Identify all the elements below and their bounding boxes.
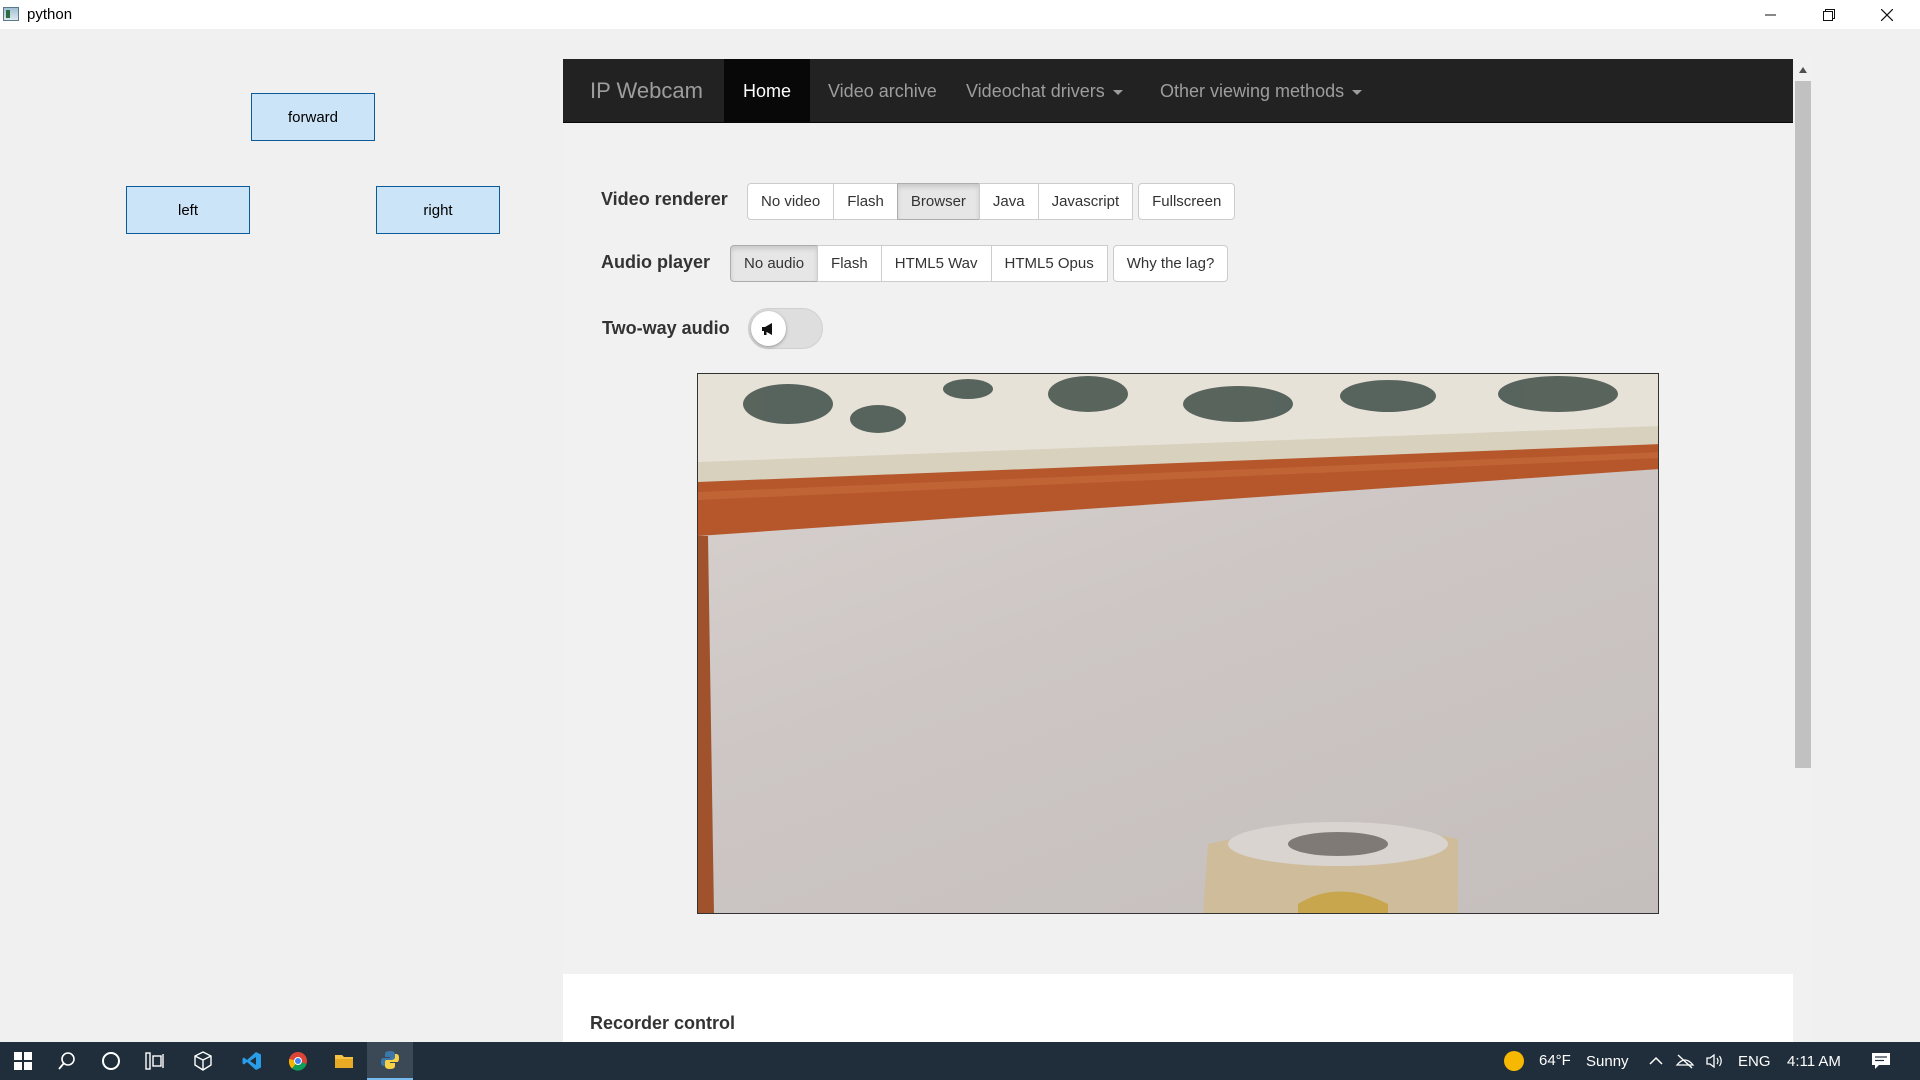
- fullscreen-button[interactable]: Fullscreen: [1138, 183, 1236, 220]
- nav-other-viewing-methods[interactable]: Other viewing methods: [1141, 59, 1381, 123]
- notification-icon: [1872, 1053, 1890, 1069]
- windows-logo-icon: [14, 1052, 32, 1070]
- cortana-circle-icon: [102, 1052, 120, 1070]
- file-explorer-taskbar-icon[interactable]: [321, 1042, 367, 1080]
- nav-videochat-drivers[interactable]: Videochat drivers: [947, 59, 1142, 123]
- why-the-lag-button[interactable]: Why the lag?: [1112, 245, 1229, 282]
- video-stream[interactable]: [697, 373, 1659, 914]
- two-way-audio-toggle[interactable]: [748, 308, 823, 349]
- network-button[interactable]: [1671, 1042, 1699, 1080]
- audio-no-audio-button[interactable]: No audio: [730, 245, 819, 282]
- restore-button[interactable]: [1800, 0, 1858, 29]
- cube-icon: [194, 1051, 212, 1071]
- weather-condition[interactable]: Sunny: [1586, 1053, 1629, 1070]
- forward-button[interactable]: forward: [251, 93, 375, 141]
- search-icon: [58, 1052, 75, 1070]
- weather-button[interactable]: [1491, 1042, 1537, 1080]
- audio-player-group: No audio Flash HTML5 Wav HTML5 Opus Why …: [730, 245, 1229, 282]
- folder-icon: [335, 1055, 353, 1068]
- clock[interactable]: 4:11 AM: [1787, 1053, 1841, 1070]
- show-hidden-icons-button[interactable]: [1643, 1042, 1669, 1080]
- audio-html5-opus-button[interactable]: HTML5 Opus: [990, 245, 1108, 282]
- chevron-down-icon: [1112, 89, 1123, 95]
- nav-home[interactable]: Home: [724, 59, 811, 123]
- minimize-button[interactable]: [1742, 0, 1800, 29]
- search-button[interactable]: [44, 1042, 90, 1080]
- close-icon: [1881, 8, 1893, 21]
- window-title: python: [27, 6, 73, 23]
- scrollbar-thumb[interactable]: [1795, 81, 1811, 768]
- audio-html5-wav-button[interactable]: HTML5 Wav: [880, 245, 992, 282]
- chrome-icon: [288, 1052, 307, 1071]
- network-offline-icon: [1675, 1054, 1695, 1069]
- video-renderer-group: No video Flash Browser Java Javascript F…: [747, 183, 1236, 220]
- renderer-java-button[interactable]: Java: [978, 183, 1039, 220]
- video-renderer-label: Video renderer: [601, 189, 728, 209]
- window-titlebar: python: [0, 0, 1920, 29]
- renderer-flash-button[interactable]: Flash: [833, 183, 898, 220]
- nav-video-archive[interactable]: Video archive: [809, 59, 956, 123]
- toggle-knob: [751, 311, 786, 346]
- megaphone-icon: [761, 322, 772, 335]
- two-way-audio-label: Two-way audio: [602, 318, 730, 338]
- navbar: IP Webcam Home Video archive Videochat d…: [563, 59, 1793, 123]
- cortana-button[interactable]: [88, 1042, 134, 1080]
- recorder-panel: Recorder control: [563, 974, 1793, 1042]
- left-button[interactable]: left: [126, 186, 250, 234]
- python-icon: [381, 1051, 399, 1069]
- speaker-icon: [1706, 1053, 1722, 1069]
- webcam-frame-image: [698, 374, 1658, 913]
- audio-flash-button[interactable]: Flash: [817, 245, 882, 282]
- chevron-down-icon: [1352, 89, 1363, 95]
- task-view-button[interactable]: [132, 1042, 178, 1080]
- renderer-javascript-button[interactable]: Javascript: [1037, 183, 1134, 220]
- sun-icon: [1504, 1051, 1524, 1071]
- task-view-icon: [145, 1052, 164, 1070]
- input-language[interactable]: ENG: [1738, 1053, 1771, 1070]
- renderer-no-video-button[interactable]: No video: [747, 183, 835, 220]
- weather-temperature[interactable]: 64°F: [1539, 1052, 1571, 1069]
- python-taskbar-icon[interactable]: [367, 1042, 413, 1080]
- right-button[interactable]: right: [376, 186, 500, 234]
- vscode-icon: [242, 1052, 261, 1070]
- webview-scrollbar[interactable]: [1793, 59, 1812, 1042]
- vscode-taskbar-icon[interactable]: [229, 1042, 275, 1080]
- minimize-icon: [1765, 14, 1776, 15]
- chevron-up-icon: [1649, 1056, 1663, 1065]
- audio-player-label: Audio player: [601, 252, 711, 272]
- recorder-heading: Recorder control: [590, 1013, 736, 1033]
- taskbar: 64°F Sunny ENG 4:11 AM: [0, 1042, 1920, 1080]
- start-button[interactable]: [0, 1042, 46, 1080]
- ip-webcam-webview: IP Webcam Home Video archive Videochat d…: [563, 59, 1793, 1042]
- action-center-button[interactable]: [1858, 1042, 1904, 1080]
- close-button[interactable]: [1858, 0, 1916, 29]
- chrome-taskbar-icon[interactable]: [275, 1042, 321, 1080]
- python-app-icon: [3, 7, 19, 21]
- restore-icon: [1823, 8, 1835, 21]
- scroll-up-arrow-icon[interactable]: [1799, 67, 1807, 73]
- 3d-viewer-taskbar-icon[interactable]: [180, 1042, 226, 1080]
- renderer-browser-button[interactable]: Browser: [896, 183, 980, 220]
- volume-button[interactable]: [1701, 1042, 1729, 1080]
- navbar-brand[interactable]: IP Webcam: [590, 78, 703, 104]
